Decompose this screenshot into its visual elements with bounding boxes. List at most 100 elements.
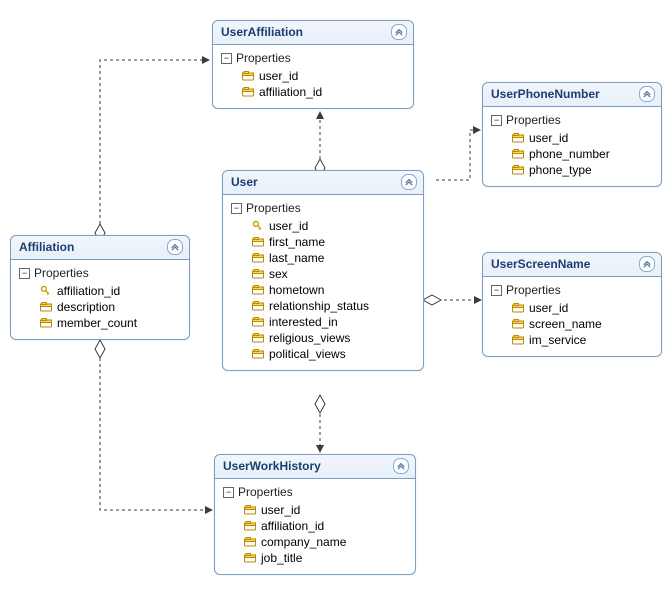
entity-userscreenname[interactable]: UserScreenName Properties user_idscreen_… <box>482 252 662 357</box>
entity-body: Properties user_idphone_numberphone_type <box>483 107 661 186</box>
property-icon <box>39 317 53 329</box>
properties-section[interactable]: Properties <box>491 283 653 297</box>
property-icon <box>511 334 525 346</box>
property-job-title[interactable]: job_title <box>223 550 407 566</box>
property-icon <box>251 332 265 344</box>
properties-section[interactable]: Properties <box>19 266 181 280</box>
property-label: hometown <box>269 283 324 297</box>
property-label: interested_in <box>269 315 338 329</box>
entity-header[interactable]: UserPhoneNumber <box>483 83 661 107</box>
property-political-views[interactable]: political_views <box>231 346 415 362</box>
property-label: affiliation_id <box>259 85 322 99</box>
properties-section[interactable]: Properties <box>223 485 407 499</box>
entity-header[interactable]: User <box>223 171 423 195</box>
entity-title: UserAffiliation <box>221 25 303 39</box>
property-icon <box>39 301 53 313</box>
property-icon <box>251 316 265 328</box>
property-icon <box>251 252 265 264</box>
property-icon <box>251 300 265 312</box>
minus-icon[interactable] <box>491 285 502 296</box>
property-hometown[interactable]: hometown <box>231 282 415 298</box>
minus-icon[interactable] <box>231 203 242 214</box>
property-label: phone_type <box>529 163 592 177</box>
entity-header[interactable]: UserAffiliation <box>213 21 413 45</box>
property-icon <box>251 268 265 280</box>
property-label: user_id <box>529 131 568 145</box>
property-icon <box>511 164 525 176</box>
entity-title: UserWorkHistory <box>223 459 321 473</box>
section-label: Properties <box>506 113 561 127</box>
entity-body: Properties user_idfirst_namelast_namesex… <box>223 195 423 370</box>
property-icon <box>243 504 257 516</box>
property-list: affiliation_iddescriptionmember_count <box>19 283 181 331</box>
property-label: member_count <box>57 316 137 330</box>
collapse-icon[interactable] <box>393 458 409 474</box>
property-icon <box>251 236 265 248</box>
entity-title: Affiliation <box>19 240 74 254</box>
collapse-icon[interactable] <box>391 24 407 40</box>
entity-affiliation[interactable]: Affiliation Properties affiliation_iddes… <box>10 235 190 340</box>
properties-section[interactable]: Properties <box>491 113 653 127</box>
property-affiliation-id[interactable]: affiliation_id <box>19 283 181 299</box>
property-icon <box>251 348 265 360</box>
property-icon <box>243 552 257 564</box>
property-phone-number[interactable]: phone_number <box>491 146 653 162</box>
entity-header[interactable]: UserWorkHistory <box>215 455 415 479</box>
property-user-id[interactable]: user_id <box>223 502 407 518</box>
property-user-id[interactable]: user_id <box>491 300 653 316</box>
property-last-name[interactable]: last_name <box>231 250 415 266</box>
property-user-id[interactable]: user_id <box>231 218 415 234</box>
property-list: user_idaffiliation_idcompany_namejob_tit… <box>223 502 407 566</box>
property-interested-in[interactable]: interested_in <box>231 314 415 330</box>
minus-icon[interactable] <box>491 115 502 126</box>
property-first-name[interactable]: first_name <box>231 234 415 250</box>
entity-user[interactable]: User Properties user_idfirst_namelast_na… <box>222 170 424 371</box>
property-icon <box>243 536 257 548</box>
section-label: Properties <box>238 485 293 499</box>
entity-header[interactable]: Affiliation <box>11 236 189 260</box>
property-screen-name[interactable]: screen_name <box>491 316 653 332</box>
property-description[interactable]: description <box>19 299 181 315</box>
property-list: user_idscreen_nameim_service <box>491 300 653 348</box>
entity-body: Properties user_idaffiliation_idcompany_… <box>215 479 415 574</box>
property-sex[interactable]: sex <box>231 266 415 282</box>
property-user-id[interactable]: user_id <box>491 130 653 146</box>
property-phone-type[interactable]: phone_type <box>491 162 653 178</box>
property-company-name[interactable]: company_name <box>223 534 407 550</box>
minus-icon[interactable] <box>19 268 30 279</box>
entity-body: Properties user_id affiliation_id <box>213 45 413 108</box>
minus-icon[interactable] <box>221 53 232 64</box>
entity-userworkhistory[interactable]: UserWorkHistory Properties user_idaffili… <box>214 454 416 575</box>
property-label: first_name <box>269 235 325 249</box>
properties-section[interactable]: Properties <box>221 51 405 65</box>
entity-body: Properties user_idscreen_nameim_service <box>483 277 661 356</box>
property-list: user_idphone_numberphone_type <box>491 130 653 178</box>
property-label: religious_views <box>269 331 350 345</box>
property-icon <box>511 132 525 144</box>
property-relationship-status[interactable]: relationship_status <box>231 298 415 314</box>
collapse-icon[interactable] <box>401 174 417 190</box>
property-label: user_id <box>529 301 568 315</box>
property-religious-views[interactable]: religious_views <box>231 330 415 346</box>
collapse-icon[interactable] <box>167 239 183 255</box>
property-user-id[interactable]: user_id <box>221 68 405 84</box>
collapse-icon[interactable] <box>639 86 655 102</box>
property-label: political_views <box>269 347 346 361</box>
property-affiliation-id[interactable]: affiliation_id <box>221 84 405 100</box>
property-label: user_id <box>259 69 298 83</box>
property-icon <box>241 70 255 82</box>
property-label: im_service <box>529 333 586 347</box>
property-affiliation-id[interactable]: affiliation_id <box>223 518 407 534</box>
section-label: Properties <box>246 201 301 215</box>
properties-section[interactable]: Properties <box>231 201 415 215</box>
entity-body: Properties affiliation_iddescriptionmemb… <box>11 260 189 339</box>
entity-useraffiliation[interactable]: UserAffiliation Properties user_idaffili… <box>212 20 414 109</box>
property-im-service[interactable]: im_service <box>491 332 653 348</box>
property-icon <box>243 520 257 532</box>
property-member-count[interactable]: member_count <box>19 315 181 331</box>
entity-userphonenumber[interactable]: UserPhoneNumber Properties user_idphone_… <box>482 82 662 187</box>
collapse-icon[interactable] <box>639 256 655 272</box>
entity-header[interactable]: UserScreenName <box>483 253 661 277</box>
minus-icon[interactable] <box>223 487 234 498</box>
property-label: job_title <box>261 551 302 565</box>
